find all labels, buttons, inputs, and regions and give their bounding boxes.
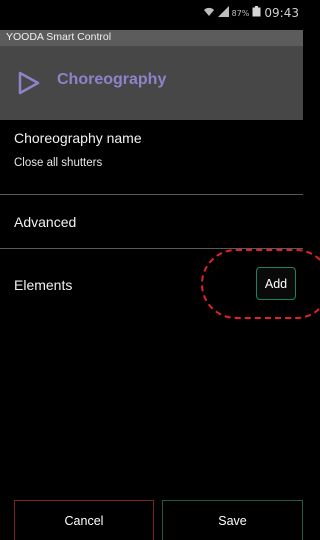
app-title-bar: YOODA Smart Control — [0, 30, 303, 46]
action-bar: Choreography — [0, 46, 303, 120]
battery-percent: 87% — [231, 8, 250, 18]
save-button[interactable]: Save — [162, 500, 303, 540]
page-title: Choreography — [57, 71, 167, 88]
advanced-label: Advanced — [14, 214, 77, 230]
battery-icon — [252, 6, 261, 20]
wifi-icon — [203, 6, 215, 20]
cancel-button[interactable]: Cancel — [14, 500, 154, 540]
advanced-row[interactable]: Advanced — [0, 195, 303, 247]
status-bar: 87% 09:43 — [0, 0, 303, 30]
status-time: 09:43 — [264, 6, 299, 20]
add-element-button[interactable]: Add — [256, 267, 296, 300]
name-value[interactable]: Close all shutters — [14, 157, 102, 169]
name-section: Choreography name Close all shutters — [0, 120, 303, 195]
name-label: Choreography name — [14, 130, 142, 146]
play-icon[interactable] — [16, 71, 42, 95]
elements-label: Elements — [14, 277, 73, 293]
status-icons: 87% 09:43 — [203, 6, 299, 20]
signal-icon — [217, 6, 229, 20]
app-title: YOODA Smart Control — [6, 31, 112, 43]
